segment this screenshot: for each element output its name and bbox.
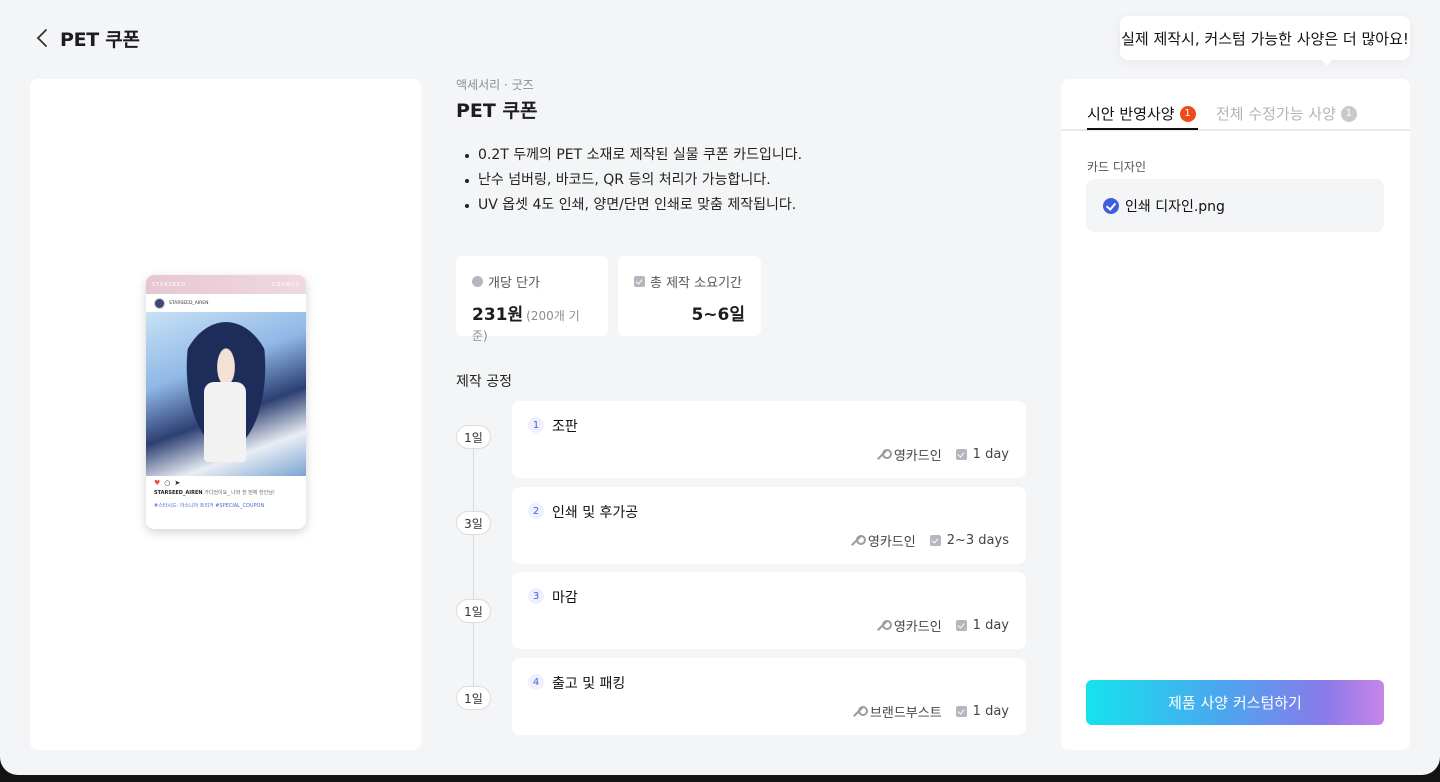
heart-icon: ♥ — [154, 479, 161, 487]
send-icon: ➤ — [174, 479, 181, 487]
checkbox-icon — [634, 276, 645, 287]
list-item: UV 옵셋 4도 인쇄, 양면/단면 인쇄로 맞춤 제작됩니다. — [456, 193, 1026, 218]
tab-all-editable-specs[interactable]: 전체 수정가능 사양 1 — [1216, 103, 1357, 124]
product-title: PET 쿠폰 — [456, 100, 538, 122]
price-icon — [472, 276, 483, 287]
card-user-row: STARSEED_AIREN — [146, 294, 306, 312]
step-number: 3 — [528, 588, 544, 604]
page-title: PET 쿠폰 — [60, 28, 140, 51]
list-item: 0.2T 두께의 PET 소재로 제작된 실물 쿠폰 카드입니다. — [456, 143, 1026, 168]
step-name: 출고 및 패킹 — [552, 676, 626, 692]
step-number: 2 — [528, 503, 544, 519]
step-duration: 1 day — [972, 447, 1009, 462]
page-header: PET 쿠폰 — [32, 24, 140, 52]
timeline-line — [473, 446, 474, 696]
card-corner: COSMOS — [271, 281, 300, 288]
step-day-badge: 1일 — [456, 599, 491, 623]
wrench-icon — [852, 705, 868, 718]
step-vendor: 브랜드부스트 — [869, 706, 942, 721]
app-screen: PET 쿠폰 실제 제작시, 커스텀 가능한 사양은 더 많아요! STARSE… — [0, 0, 1440, 775]
checkbox-icon — [929, 535, 941, 546]
step-duration: 1 day — [972, 618, 1009, 633]
stats-row: 개당 단가 231원 (200개 기준) 총 제작 소요기간 5~6일 — [456, 256, 761, 343]
tooltip-tail — [1320, 58, 1334, 66]
card-artwork — [146, 312, 306, 476]
checkbox-icon — [955, 620, 967, 631]
step-vendor: 영카드인 — [867, 535, 916, 550]
step-day-badge: 1일 — [456, 686, 491, 710]
process-step: 3 마감 영카드인 1 day — [512, 572, 1026, 649]
comment-icon: ○ — [164, 479, 171, 487]
card-username: STARSEED_AIREN — [169, 300, 209, 306]
spec-tabs: 시안 반영사양 1 전체 수정가능 사양 1 — [1061, 79, 1410, 131]
customize-spec-button[interactable]: 제품 사양 커스텀하기 — [1086, 680, 1384, 725]
lead-time-value: 5~6일 — [691, 305, 745, 325]
step-duration: 2~3 days — [946, 533, 1009, 548]
card-icons: ♥ ○ ➤ — [154, 479, 298, 487]
tab-applied-specs[interactable]: 시안 반영사양 1 — [1087, 103, 1198, 130]
step-day-badge: 1일 — [456, 425, 491, 449]
file-name: 인쇄 디자인.png — [1125, 198, 1225, 215]
step-name: 조판 — [552, 419, 578, 435]
wrench-icon — [876, 619, 892, 632]
unit-price-card: 개당 단가 231원 (200개 기준) — [456, 256, 608, 343]
character-dress — [204, 382, 246, 462]
step-name: 마감 — [552, 590, 578, 606]
count-badge: 1 — [1340, 105, 1357, 122]
spec-panel: 시안 반영사양 1 전체 수정가능 사양 1 카드 디자인 인쇄 디자인.png… — [1061, 79, 1410, 750]
step-vendor: 영카드인 — [893, 620, 942, 635]
check-circle-icon — [1103, 197, 1119, 214]
process-step: 4 출고 및 패킹 브랜드부스트 1 day — [512, 658, 1026, 735]
step-number: 4 — [528, 674, 544, 690]
lead-time-label: 총 제작 소요기간 — [650, 276, 742, 291]
tab-label: 전체 수정가능 사양 — [1216, 105, 1336, 123]
product-category: 액세서리 · 굿즈 — [456, 78, 534, 92]
card-footer: ♥ ○ ➤ STARSEED_AIREN 가디언이요_ 나와 한 번에 한인님!… — [146, 476, 306, 512]
wrench-icon — [876, 448, 892, 461]
coupon-card-image: STARSEED COSMOS STARSEED_AIREN ♥ ○ ➤ STA… — [146, 275, 306, 529]
card-brand: STARSEED — [152, 281, 187, 288]
product-info: 액세서리 · 굿즈 PET 쿠폰 0.2T 두께의 PET 소재로 제작된 실물… — [456, 76, 1026, 735]
process-step: 1 조판 영카드인 1 day — [512, 401, 1026, 478]
step-number: 1 — [528, 417, 544, 433]
card-tags: #스타시드: 아스니아 트리거 #SPECIAL_COUPON — [154, 503, 265, 509]
step-duration: 1 day — [972, 704, 1009, 719]
checkbox-icon — [955, 449, 967, 460]
chevron-left-icon — [36, 29, 47, 47]
back-button[interactable] — [32, 26, 52, 50]
section-label: 카드 디자인 — [1087, 160, 1147, 174]
wrench-icon — [850, 534, 866, 547]
lead-time-card: 총 제작 소요기간 5~6일 — [618, 256, 761, 336]
customization-tooltip: 실제 제작시, 커스텀 가능한 사양은 더 많아요! — [1120, 16, 1410, 60]
card-top-bar: STARSEED COSMOS — [146, 275, 306, 294]
process-step: 2 인쇄 및 후가공 영카드인 2~3 days — [512, 487, 1026, 564]
unit-price-value: 231원 — [472, 305, 524, 325]
checkbox-icon — [955, 706, 967, 717]
product-preview: STARSEED COSMOS STARSEED_AIREN ♥ ○ ➤ STA… — [30, 79, 421, 750]
step-vendor: 영카드인 — [893, 449, 942, 464]
tab-label: 시안 반영사양 — [1087, 105, 1175, 123]
step-day-badge: 3일 — [456, 511, 491, 535]
unit-price-label: 개당 단가 — [488, 276, 540, 291]
list-item: 난수 넘버링, 바코드, QR 등의 처리가 가능합니다. — [456, 168, 1026, 193]
feature-list: 0.2T 두께의 PET 소재로 제작된 실물 쿠폰 카드입니다. 난수 넘버링… — [456, 143, 1026, 218]
avatar — [154, 297, 165, 309]
step-name: 인쇄 및 후가공 — [552, 505, 639, 521]
process-title: 제작 공정 — [456, 374, 512, 390]
card-caption: STARSEED_AIREN 가디언이요_ 나와 한 번에 한인님! — [154, 490, 275, 496]
design-file-item[interactable]: 인쇄 디자인.png — [1086, 179, 1384, 232]
count-badge: 1 — [1179, 105, 1196, 122]
